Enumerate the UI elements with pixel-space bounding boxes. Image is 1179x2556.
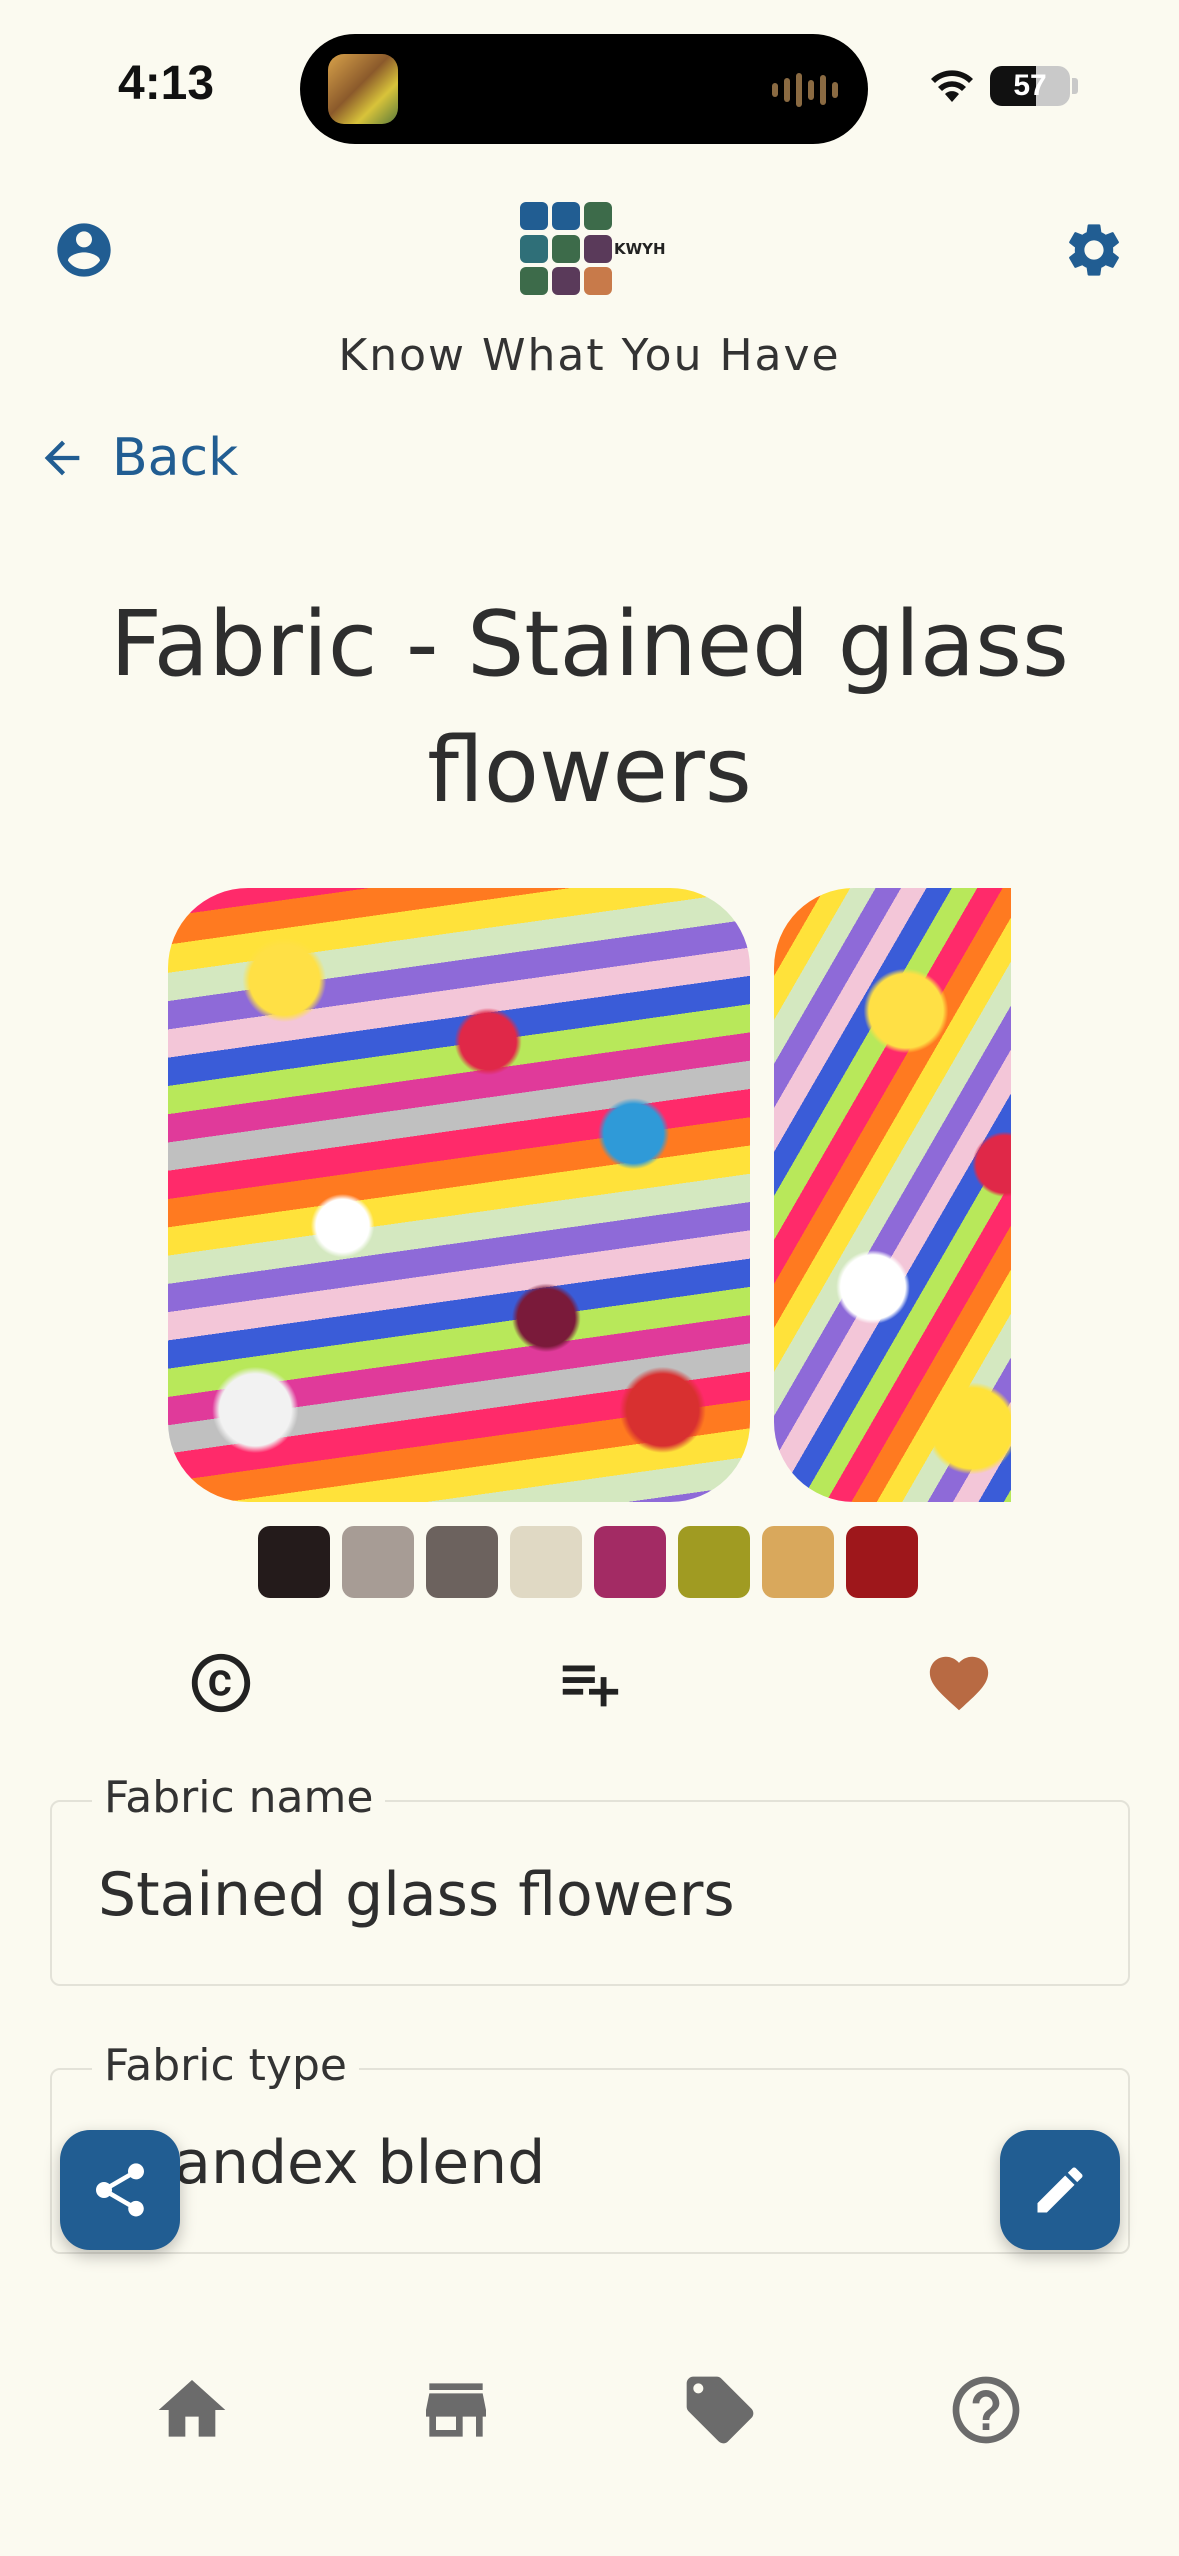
battery-nub <box>1072 78 1078 94</box>
logo-text: KWYH <box>614 240 666 258</box>
color-swatch <box>510 1526 582 1598</box>
store-icon <box>426 2383 486 2437</box>
color-swatch <box>342 1526 414 1598</box>
nav-help[interactable] <box>946 2370 1026 2450</box>
app-logo <box>520 202 614 296</box>
account-icon[interactable] <box>52 218 116 282</box>
share-button[interactable] <box>60 2130 180 2250</box>
color-swatches <box>258 1526 918 1598</box>
home-icon <box>158 2380 226 2437</box>
color-swatch <box>762 1526 834 1598</box>
fabric-name-value: Stained glass flowers <box>98 1860 735 1930</box>
battery-level: 57 <box>1013 69 1047 102</box>
fabric-photo[interactable] <box>774 888 1011 1502</box>
edit-button[interactable] <box>1000 2130 1120 2250</box>
heart-icon[interactable] <box>924 1648 994 1718</box>
share-icon <box>96 2163 144 2217</box>
wifi-icon <box>931 70 973 102</box>
color-swatch <box>846 1526 918 1598</box>
now-playing-artwork <box>328 54 398 124</box>
arrow-left-icon <box>44 440 80 476</box>
playlist-add-icon[interactable] <box>554 1648 624 1718</box>
fabric-type-field[interactable]: Fabric type Spandex blend <box>50 2040 1130 2254</box>
color-swatch <box>258 1526 330 1598</box>
fabric-photo-carousel[interactable] <box>168 888 1011 1502</box>
battery-indicator: 57 <box>990 66 1070 106</box>
back-label: Back <box>112 428 239 488</box>
color-swatch <box>678 1526 750 1598</box>
back-button[interactable]: Back <box>36 428 238 488</box>
fabric-type-label: Fabric type <box>92 2040 359 2091</box>
help-icon <box>952 2376 1020 2444</box>
fabric-name-field[interactable]: Fabric name Stained glass flowers <box>50 1772 1130 1986</box>
color-swatch <box>426 1526 498 1598</box>
nav-store[interactable] <box>416 2370 496 2450</box>
fabric-photo[interactable] <box>168 888 750 1502</box>
nav-tags[interactable] <box>680 2370 760 2450</box>
color-swatch <box>594 1526 666 1598</box>
nav-home[interactable] <box>152 2370 232 2450</box>
copyright-icon[interactable] <box>186 1648 256 1718</box>
dynamic-island <box>300 34 868 144</box>
tag-icon <box>686 2376 754 2444</box>
fabric-name-label: Fabric name <box>92 1772 386 1823</box>
app-title: Know What You Have <box>338 330 841 381</box>
pencil-icon <box>1037 2167 1083 2213</box>
status-time: 4:13 <box>118 57 215 110</box>
settings-gear-icon[interactable] <box>1062 218 1126 282</box>
audio-waveform-icon <box>772 72 838 108</box>
page-title: Fabric - Stained glass flowers <box>110 592 1069 823</box>
